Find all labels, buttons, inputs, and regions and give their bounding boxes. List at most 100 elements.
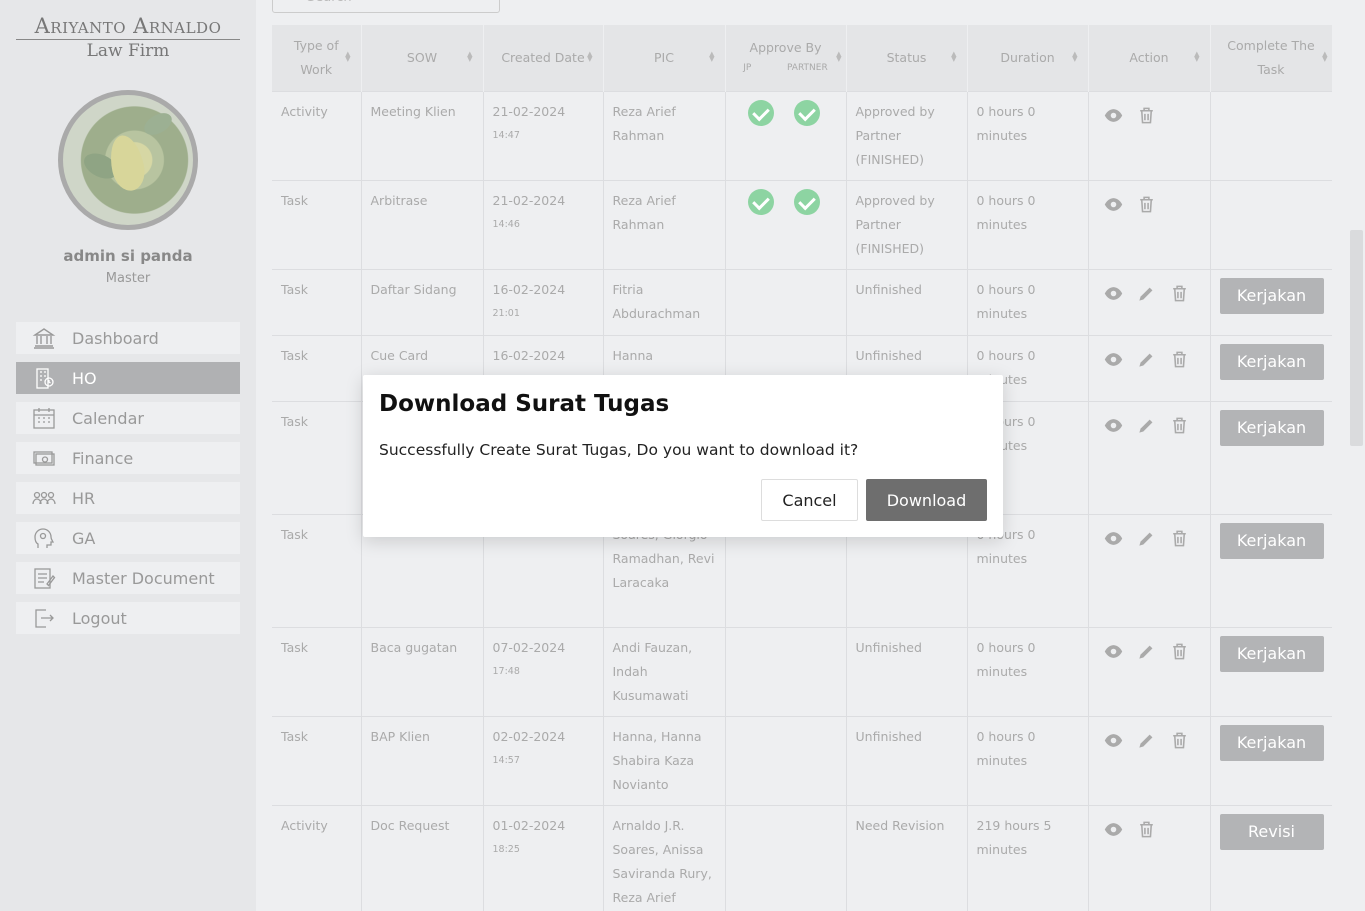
edit-icon[interactable]: [1137, 529, 1156, 548]
delete-icon[interactable]: [1170, 731, 1189, 750]
cell-action: [1088, 513, 1211, 627]
edit-icon[interactable]: [1137, 731, 1156, 750]
created-date: 07-02-2024: [492, 639, 566, 655]
created-time: 21:01: [492, 307, 520, 319]
col-approve-by[interactable]: Approve By JP PARTNER ▲ ▼: [725, 25, 847, 91]
sort-icon: ▲ ▼: [467, 49, 473, 63]
table-row: Task BAP Klien 02-02-2024 14:57 Hanna, Hanna…: [272, 715, 1332, 805]
edit-icon[interactable]: [1137, 416, 1156, 435]
delete-icon[interactable]: [1170, 284, 1189, 303]
kerjakan-button[interactable]: Kerjakan: [1219, 724, 1324, 761]
cell-action: [1088, 268, 1211, 335]
cancel-button[interactable]: Cancel: [761, 479, 858, 521]
sidebar-item-calendar[interactable]: Calendar: [16, 402, 240, 434]
col-sow[interactable]: SOW ▲ ▼: [361, 25, 484, 91]
delete-icon[interactable]: [1170, 350, 1189, 369]
brand-subtitle: Law Firm: [86, 41, 170, 61]
kerjakan-button[interactable]: Kerjakan: [1219, 635, 1324, 672]
view-icon[interactable]: [1104, 820, 1123, 839]
cell-status: Need Revision: [846, 804, 968, 911]
delete-icon[interactable]: [1137, 820, 1156, 839]
sidebar-item-ho[interactable]: HO: [16, 362, 240, 394]
cell-duration: 0 hours 0 minutes: [967, 626, 1089, 716]
col-label: Action: [1129, 49, 1169, 65]
cell-status: Approved by Partner (FINISHED): [846, 179, 968, 269]
cell-created: 21-02-2024 14:47: [483, 90, 604, 180]
view-icon[interactable]: [1104, 195, 1123, 214]
cell-complete: Kerjakan: [1210, 268, 1332, 335]
cell-approve: [725, 715, 847, 805]
cell-approve: [725, 626, 847, 716]
kerjakan-button[interactable]: Kerjakan: [1219, 522, 1324, 559]
cell-type: Task: [272, 334, 362, 401]
sidebar-item-finance[interactable]: Finance: [16, 442, 240, 474]
download-dialog: Download Surat Tugas Successfully Create…: [363, 375, 1003, 537]
col-complete-task[interactable]: Complete The Task ▲ ▼: [1210, 25, 1332, 91]
delete-icon[interactable]: [1137, 195, 1156, 214]
cell-sow: Meeting Klien: [361, 90, 484, 180]
edit-icon[interactable]: [1137, 284, 1156, 303]
sidebar: Ariyanto Arnaldo Law Firm admin si panda…: [0, 0, 256, 911]
sidebar-item-dashboard[interactable]: Dashboard: [16, 322, 240, 354]
cell-type: Task: [272, 268, 362, 335]
scrollbar-thumb[interactable]: [1350, 230, 1363, 446]
sidebar-item-ga[interactable]: GA: [16, 522, 240, 554]
cell-pic: Arnaldo J.R. Soares, Anissa Saviranda Ru…: [603, 804, 726, 911]
search-input[interactable]: Search: [272, 0, 500, 13]
created-time: 17:48: [492, 665, 520, 677]
created-date: 01-02-2024: [492, 817, 566, 833]
delete-icon[interactable]: [1170, 529, 1189, 548]
view-icon[interactable]: [1104, 284, 1123, 303]
delete-icon[interactable]: [1170, 642, 1189, 661]
cell-duration: 0 hours 0 minutes: [967, 715, 1089, 805]
col-status[interactable]: Status ▲ ▼: [846, 25, 968, 91]
created-time: 18:25: [492, 843, 520, 855]
cell-type: Task: [272, 715, 362, 805]
logout-icon: [35, 609, 54, 628]
sidebar-item-label: HO: [72, 368, 97, 388]
delete-icon[interactable]: [1170, 416, 1189, 435]
check-icon: [747, 188, 774, 215]
sidebar-item-label: Calendar: [72, 408, 144, 428]
cell-complete: [1210, 179, 1332, 269]
cell-action: [1088, 90, 1211, 180]
cell-type: Activity: [272, 804, 362, 911]
col-type-of-work[interactable]: Type of Work ▲ ▼: [272, 25, 362, 91]
sidebar-item-master-document[interactable]: Master Document: [16, 562, 240, 594]
cell-approve: [725, 90, 847, 180]
cell-sow: Arbitrase: [361, 179, 484, 269]
col-pic[interactable]: PIC ▲ ▼: [603, 25, 726, 91]
table-row: Activity Meeting Klien 21-02-2024 14:47 Reza…: [272, 90, 1332, 180]
document-icon: [34, 568, 56, 589]
created-time: 14:46: [492, 218, 520, 230]
cell-pic: Reza Arief Rahman: [603, 179, 726, 269]
col-created-date[interactable]: Created Date ▲ ▼: [483, 25, 604, 91]
cell-status: Approved by Partner (FINISHED): [846, 90, 968, 180]
download-button[interactable]: Download: [866, 479, 987, 521]
view-icon[interactable]: [1104, 350, 1123, 369]
created-date: 21-02-2024: [492, 192, 566, 208]
edit-icon[interactable]: [1137, 642, 1156, 661]
revisi-button[interactable]: Revisi: [1219, 813, 1324, 850]
kerjakan-button[interactable]: Kerjakan: [1219, 409, 1324, 446]
kerjakan-button[interactable]: Kerjakan: [1219, 277, 1324, 314]
sidebar-item-label: Finance: [72, 448, 134, 468]
col-action[interactable]: Action ▲ ▼: [1088, 25, 1211, 91]
cell-sow: Baca gugatan: [361, 626, 484, 716]
view-icon[interactable]: [1104, 416, 1123, 435]
view-icon[interactable]: [1104, 529, 1123, 548]
view-icon[interactable]: [1104, 731, 1123, 750]
sort-icon: ▲ ▼: [345, 49, 351, 63]
view-icon[interactable]: [1104, 106, 1123, 125]
col-label: SOW: [406, 49, 438, 65]
cell-pic: Hanna, Hanna Shabira Kaza Novianto: [603, 715, 726, 805]
view-icon[interactable]: [1104, 642, 1123, 661]
kerjakan-button[interactable]: Kerjakan: [1219, 343, 1324, 380]
edit-icon[interactable]: [1137, 350, 1156, 369]
sidebar-item-logout[interactable]: Logout: [16, 602, 240, 634]
sidebar-item-hr[interactable]: HR: [16, 482, 240, 514]
col-label: Complete The Task: [1227, 37, 1315, 77]
col-label: Type of Work: [293, 37, 339, 77]
col-duration[interactable]: Duration ▲ ▼: [967, 25, 1089, 91]
delete-icon[interactable]: [1137, 106, 1156, 125]
